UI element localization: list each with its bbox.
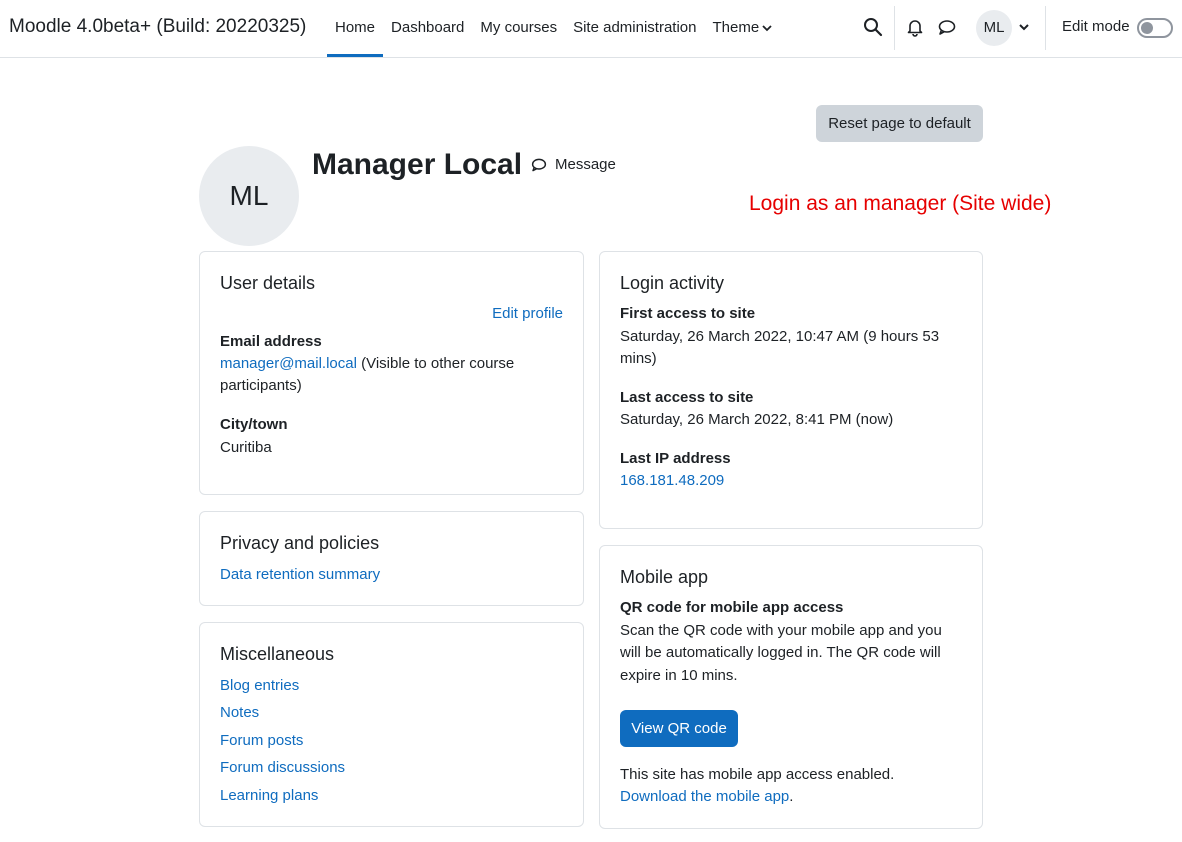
chevron-down-icon bbox=[762, 0, 772, 56]
mobile-enabled-text: This site has mobile app access enabled. bbox=[620, 766, 895, 783]
notes-link[interactable]: Notes bbox=[220, 702, 259, 724]
nav-theme[interactable]: Theme bbox=[705, 0, 781, 57]
message-button[interactable]: Message bbox=[531, 156, 616, 173]
privacy-card: Privacy and policies Data retention summ… bbox=[199, 511, 584, 606]
search-icon[interactable] bbox=[862, 16, 884, 38]
profile-avatar: ML bbox=[199, 146, 299, 246]
mobile-app-card: Mobile app QR code for mobile app access… bbox=[599, 545, 983, 829]
annotation-text: Login as an manager (Site wide) bbox=[749, 192, 1052, 215]
qr-description-line-2: will be automatically logged in. The QR … bbox=[620, 644, 941, 661]
top-navbar: Moodle 4.0beta+ (Build: 20220325) Home D… bbox=[0, 0, 1182, 58]
toggle-knob bbox=[1141, 22, 1153, 34]
primary-navigation: Home Dashboard My courses Site administr… bbox=[327, 0, 780, 57]
chat-bubble-icon[interactable] bbox=[937, 17, 957, 37]
edit-profile-link[interactable]: Edit profile bbox=[492, 303, 563, 325]
user-avatar[interactable]: ML bbox=[976, 10, 1012, 46]
chat-bubble-icon bbox=[531, 158, 547, 171]
blog-entries-link[interactable]: Blog entries bbox=[220, 675, 299, 697]
data-retention-link[interactable]: Data retention summary bbox=[220, 564, 380, 586]
nav-dashboard[interactable]: Dashboard bbox=[383, 0, 472, 57]
chevron-down-icon[interactable] bbox=[1018, 20, 1030, 34]
email-label: Email address bbox=[220, 333, 322, 350]
email-row: manager@mail.local (Visible to other cou… bbox=[220, 353, 514, 375]
navbar-divider bbox=[894, 6, 895, 50]
qr-description-line-3: expire in 10 mins. bbox=[620, 667, 738, 684]
login-activity-title: Login activity bbox=[620, 273, 725, 293]
email-link[interactable]: manager@mail.local bbox=[220, 355, 357, 372]
download-row: Download the mobile app. bbox=[620, 786, 793, 808]
last-access-label: Last access to site bbox=[620, 389, 754, 406]
last-ip-link[interactable]: 168.181.48.209 bbox=[620, 470, 724, 492]
view-qr-code-button[interactable]: View QR code bbox=[620, 710, 738, 747]
site-brand[interactable]: Moodle 4.0beta+ (Build: 20220325) bbox=[9, 16, 306, 38]
navbar-divider bbox=[1045, 6, 1046, 50]
city-label: City/town bbox=[220, 416, 288, 433]
nav-theme-label: Theme bbox=[712, 19, 760, 36]
edit-mode-toggle[interactable] bbox=[1137, 18, 1173, 38]
page-title: Manager Local bbox=[312, 148, 523, 181]
nav-my-courses[interactable]: My courses bbox=[472, 0, 565, 57]
privacy-title: Privacy and policies bbox=[220, 533, 380, 553]
first-access-value-continued: mins) bbox=[620, 350, 657, 367]
qr-code-label: QR code for mobile app access bbox=[620, 599, 844, 616]
qr-description-line-1: Scan the QR code with your mobile app an… bbox=[620, 622, 942, 639]
reset-page-button[interactable]: Reset page to default bbox=[816, 105, 983, 142]
forum-posts-link[interactable]: Forum posts bbox=[220, 730, 303, 752]
last-access-value: Saturday, 26 March 2022, 8:41 PM (now) bbox=[620, 411, 894, 428]
download-suffix: . bbox=[789, 788, 794, 805]
user-details-card: User details Edit profile Email address … bbox=[199, 251, 584, 495]
miscellaneous-title: Miscellaneous bbox=[220, 644, 335, 664]
login-activity-card: Login activity First access to site Satu… bbox=[599, 251, 983, 529]
last-ip-label: Last IP address bbox=[620, 450, 731, 467]
edit-mode-label[interactable]: Edit mode bbox=[1062, 18, 1130, 35]
forum-discussions-link[interactable]: Forum discussions bbox=[220, 757, 345, 779]
download-mobile-app-link[interactable]: Download the mobile app bbox=[620, 788, 789, 805]
nav-site-administration[interactable]: Site administration bbox=[565, 0, 704, 57]
first-access-label: First access to site bbox=[620, 305, 756, 322]
email-note: (Visible to other course bbox=[361, 355, 515, 372]
city-value: Curitiba bbox=[220, 439, 272, 456]
learning-plans-link[interactable]: Learning plans bbox=[220, 785, 318, 807]
mobile-app-title: Mobile app bbox=[620, 567, 709, 587]
first-access-value: Saturday, 26 March 2022, 10:47 AM (9 hou… bbox=[620, 328, 940, 345]
miscellaneous-card: Miscellaneous Blog entries Notes Forum p… bbox=[199, 622, 584, 827]
message-label: Message bbox=[555, 156, 616, 173]
bell-icon[interactable] bbox=[905, 17, 925, 37]
user-details-title: User details bbox=[220, 273, 316, 293]
email-note-continued: participants) bbox=[220, 377, 302, 394]
nav-home[interactable]: Home bbox=[327, 0, 384, 57]
